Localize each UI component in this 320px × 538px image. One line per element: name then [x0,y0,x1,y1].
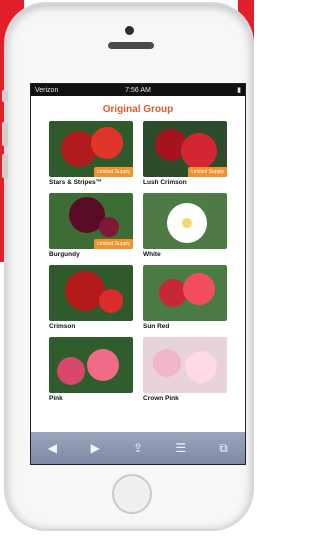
limited-supply-badge: Limited Supply [94,239,133,249]
status-bar: Verizon 7:56 AM ▮ [31,84,245,96]
product-thumbnail[interactable] [143,265,227,321]
earpiece-speaker [108,42,154,49]
time-label: 7:56 AM [125,86,151,94]
volume-down-button [2,154,8,178]
flower-image [143,337,227,393]
share-icon[interactable]: ⇪ [130,441,146,455]
flower-image [143,193,227,249]
back-icon[interactable]: ◀ [44,441,60,455]
product-thumbnail[interactable] [49,265,133,321]
home-button[interactable] [112,474,152,514]
product-thumbnail[interactable]: Limited Supply [49,121,133,177]
phone-screen: Verizon 7:56 AM ▮ Original Group Limited… [30,83,246,465]
product-card[interactable]: White [143,193,227,261]
volume-up-button [2,122,8,146]
limited-supply-badge: Limited Supply [188,167,227,177]
product-card[interactable]: Crown Pink [143,337,227,405]
page-title: Original Group [102,104,174,115]
product-card[interactable]: Sun Red [143,265,227,333]
limited-supply-badge: Limited Supply [94,167,133,177]
flower-image [49,337,133,393]
product-thumbnail[interactable] [143,337,227,393]
product-thumbnail[interactable]: Limited Supply [143,121,227,177]
browser-toolbar: ◀ ▶ ⇪ ☰ ⧉ [31,432,245,464]
content-area: Original Group Limited Supply Stars & St… [31,104,245,440]
product-card[interactable]: Crimson [49,265,133,333]
product-card[interactable]: Limited Supply Stars & Stripes™ [49,121,133,189]
battery-icon: ▮ [237,87,242,94]
product-name: Lush Crimson [143,179,187,186]
product-card[interactable]: Limited Supply Lush Crimson [143,121,227,189]
product-name: White [143,251,161,258]
front-camera [125,26,134,35]
product-thumbnail[interactable] [49,337,133,393]
product-name: Crown Pink [143,395,179,402]
product-name: Burgundy [49,251,80,258]
phone-frame: Verizon 7:56 AM ▮ Original Group Limited… [2,4,252,529]
forward-icon[interactable]: ▶ [87,441,103,455]
product-name: Stars & Stripes™ [49,179,103,186]
product-card[interactable]: Limited Supply Burgundy [49,193,133,261]
carrier-label: Verizon [35,86,59,94]
product-name: Crimson [49,323,76,330]
product-name: Pink [49,395,63,402]
flower-image [49,265,133,321]
flower-image [143,265,227,321]
product-thumbnail[interactable] [143,193,227,249]
mute-switch [2,90,8,102]
product-card[interactable]: Pink [49,337,133,405]
product-name: Sun Red [143,323,170,330]
product-grid: Limited Supply Stars & Stripes™ Limited … [31,121,245,405]
product-thumbnail[interactable]: Limited Supply [49,193,133,249]
bookmarks-icon[interactable]: ☰ [173,441,189,455]
tabs-icon[interactable]: ⧉ [216,441,232,456]
